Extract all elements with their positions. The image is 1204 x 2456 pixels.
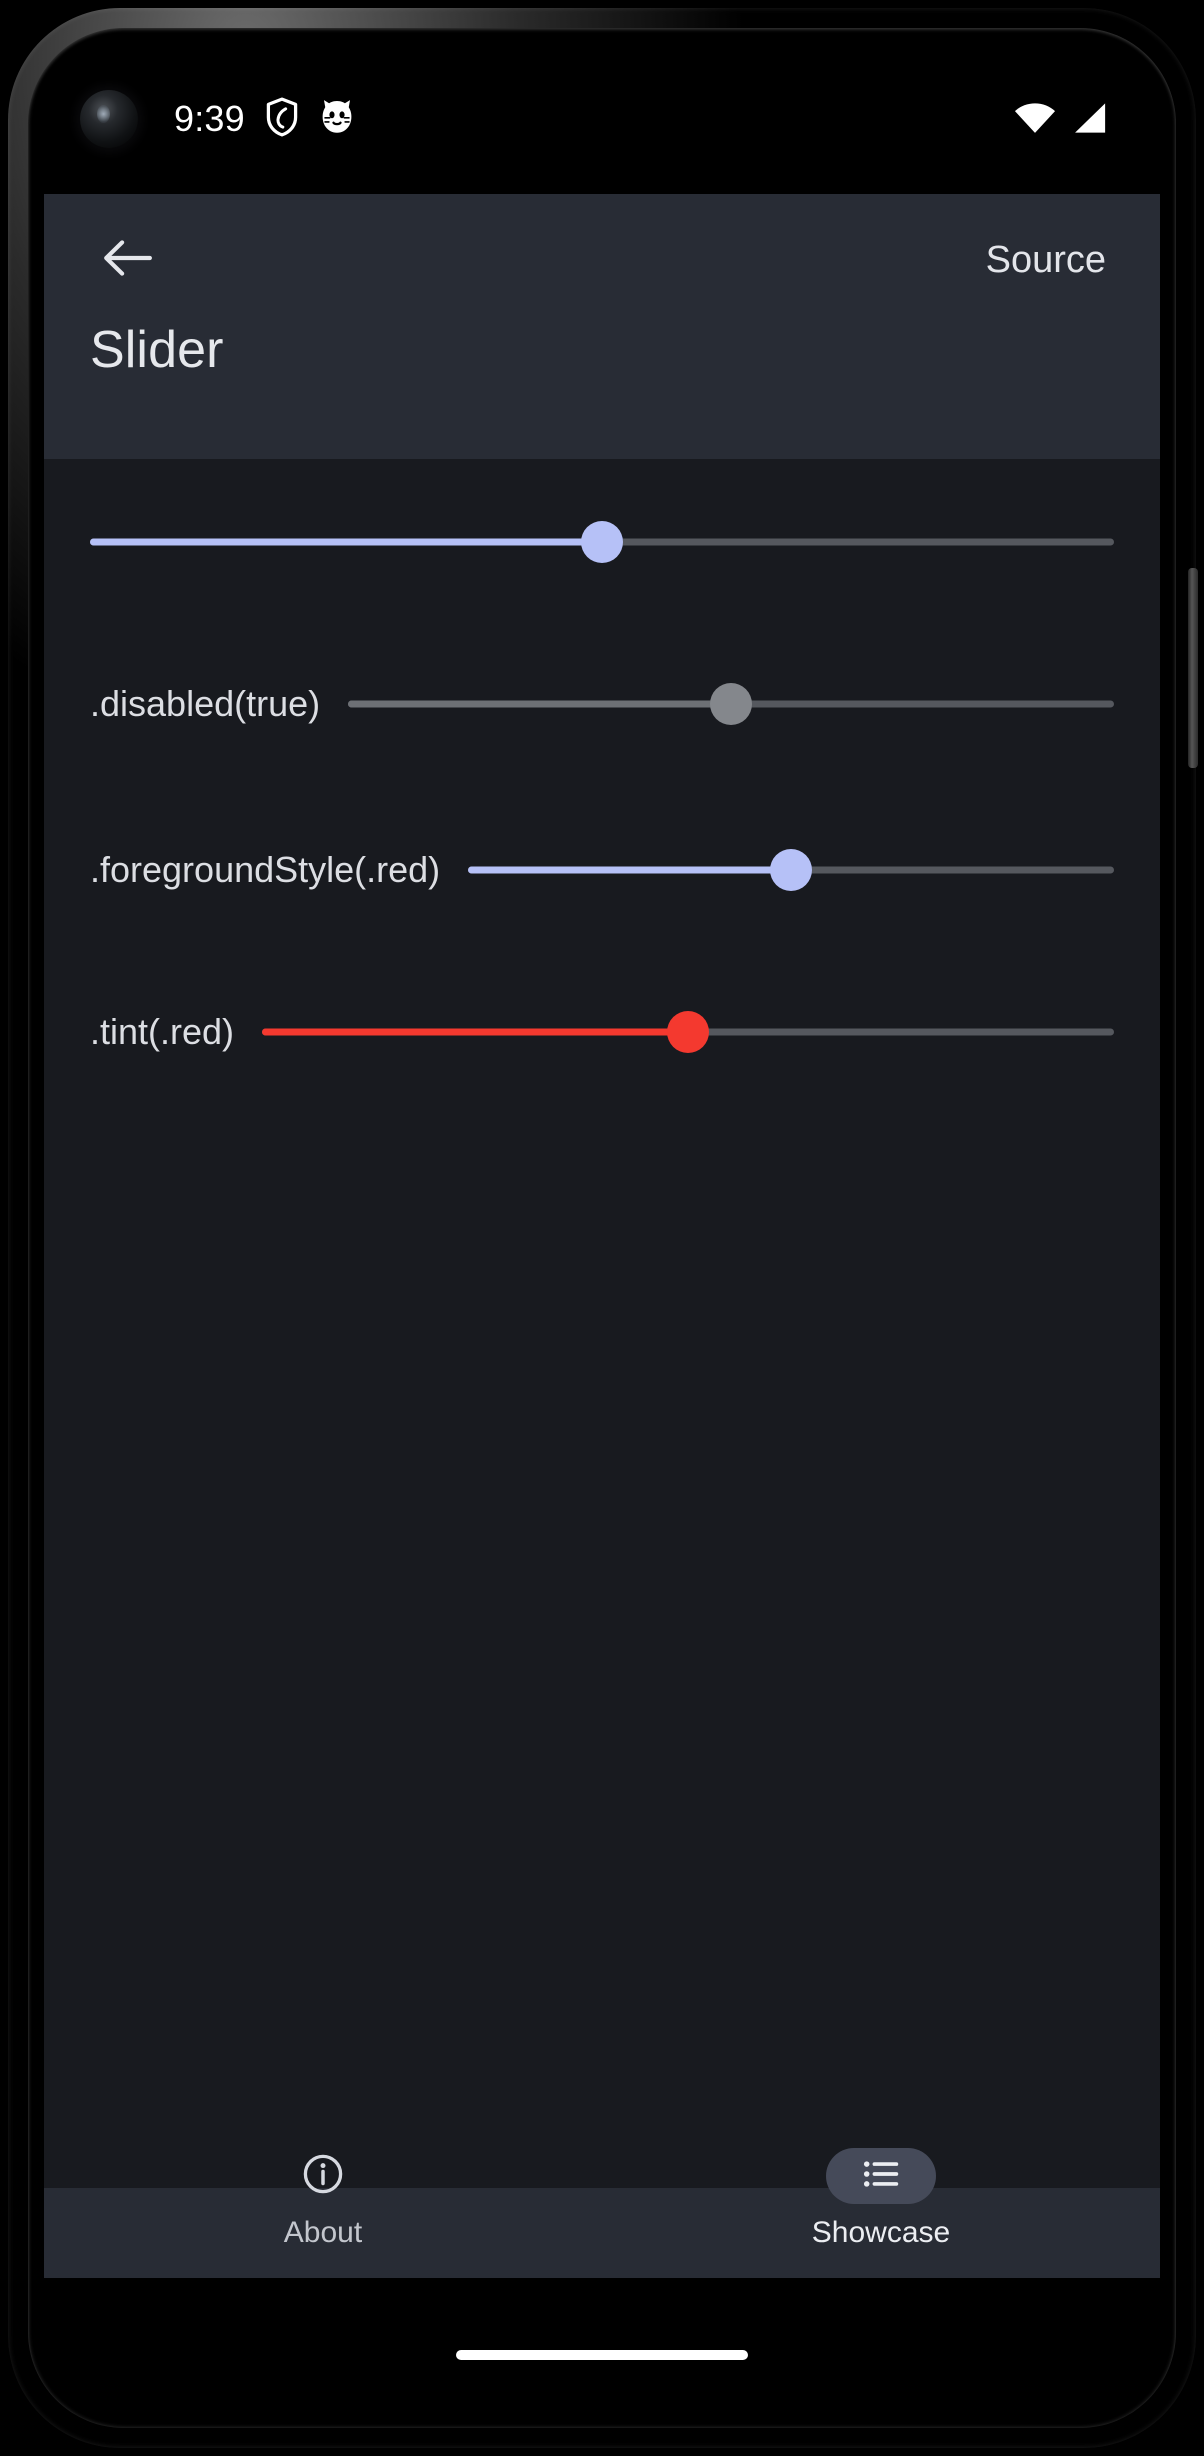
slider-label-foregroundstyle: .foregroundStyle(.red) [90,849,441,890]
nav-pill-showcase [826,2148,936,2204]
nav-label-showcase: Showcase [811,2216,951,2249]
bottom-navigation-items: About Showcase [44,2118,1160,2278]
system-gesture-area [44,2278,1160,2410]
phone-screen: 9:39 Source Slider .disabled(true) .fore… [44,46,1160,2410]
app-bar: Source Slider [44,194,1160,459]
nav-pill-about [268,2148,378,2204]
slider-label-tint: .tint(.red) [90,1011,235,1052]
arrow-left-icon [101,236,153,285]
slider-foregroundstyle-red[interactable] [468,840,1114,900]
device-frame: 9:39 Source Slider .disabled(true) .fore… [8,8,1198,2448]
list-icon [859,2152,903,2201]
wifi-icon [1014,102,1056,139]
slider-row-default [44,505,1160,579]
slider-thumb[interactable] [581,521,623,563]
slider-fill [90,538,602,546]
slider-fill [262,1028,689,1036]
back-button[interactable] [90,223,164,297]
slider-fill [348,700,732,708]
slider-thumb[interactable] [770,849,813,891]
slider-row-disabled: .disabled(true) [44,667,1160,741]
power-button[interactable] [1188,568,1198,768]
cellular-signal-icon [1070,102,1108,139]
bottom-navigation-bar: About Showcase [44,2148,1160,2278]
slider-thumb[interactable] [710,683,753,725]
slider-thumb[interactable] [667,1011,710,1053]
nav-item-showcase[interactable]: Showcase [602,2118,1160,2278]
cat-face-icon [319,98,355,141]
slider-tint-red[interactable] [262,1002,1114,1062]
home-gesture-bar[interactable] [456,2350,748,2360]
slider-default[interactable] [90,512,1114,572]
nav-label-about: About [283,2216,363,2249]
status-bar-right-group [1014,96,1108,144]
app-bar-top-row: Source [44,194,1160,326]
status-bar: 9:39 [44,46,1160,194]
status-bar-left-group: 9:39 [174,90,355,148]
status-clock: 9:39 [174,98,245,139]
slider-label-disabled: .disabled(true) [90,683,321,724]
info-circle-icon [301,2152,345,2201]
page-title: Slider [90,321,224,379]
slider-fill [468,866,792,874]
source-button[interactable]: Source [986,241,1106,279]
content-area: .disabled(true) .foregroundStyle(.red) .… [44,459,1160,2188]
front-camera-icon [80,90,138,148]
nav-item-about[interactable]: About [44,2118,602,2278]
slider-row-foregroundstyle: .foregroundStyle(.red) [44,833,1160,907]
shield-icon [265,97,299,142]
slider-row-tint: .tint(.red) [44,995,1160,1069]
slider-disabled[interactable] [348,674,1114,734]
